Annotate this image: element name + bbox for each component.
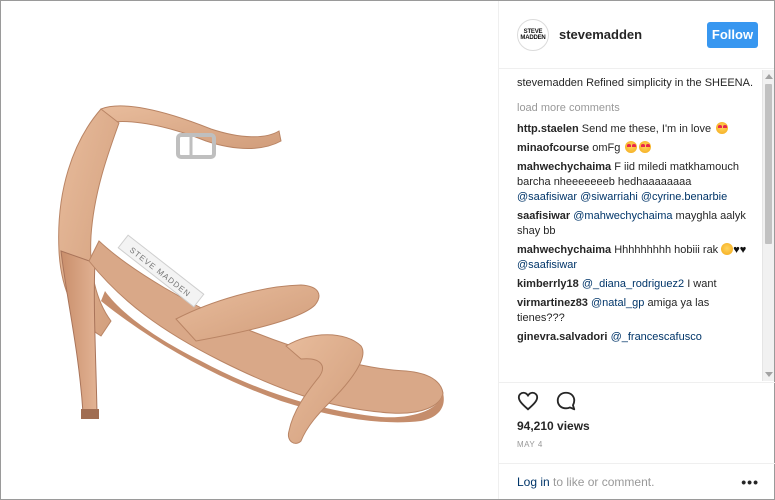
heart-eyes-emoji-icon [639, 141, 652, 153]
heart-eyes-emoji-icon [625, 141, 638, 153]
comment-text: Hhhhhhhhh hobiii rak [614, 244, 719, 256]
load-more-comments-link[interactable]: load more comments [517, 101, 753, 116]
heart-icon[interactable] [517, 390, 539, 412]
comment-username[interactable]: mahwechychaima [517, 161, 611, 173]
comment-username[interactable]: minaofcourse [517, 142, 589, 154]
post-header: STEVE MADDEN stevemadden Follow [499, 1, 774, 69]
caption-username[interactable]: stevemadden [517, 77, 583, 89]
avatar[interactable]: STEVE MADDEN [517, 18, 549, 51]
avatar-logo: STEVE MADDEN [520, 21, 546, 48]
heart-eyes-emoji-icon [716, 122, 729, 134]
caption-text: Refined simplicity in the SHEENA. [586, 77, 754, 89]
post-caption: stevemadden Refined simplicity in the SH… [517, 76, 753, 91]
comment-mention[interactable]: @_francescafusco [611, 331, 702, 343]
sandal-image: STEVE MADDEN [58, 105, 444, 444]
comment-mention[interactable]: @_diana_rodriguez2 [582, 278, 684, 290]
scroll-thumb[interactable] [765, 84, 772, 244]
comment-username[interactable]: http.staelen [517, 123, 579, 135]
comment-username[interactable]: ginevra.salvadori [517, 331, 608, 343]
comment-mention[interactable]: @natal_gp [591, 297, 644, 309]
login-link[interactable]: Log in [517, 475, 550, 489]
black-heart-icon: ♥♥ [733, 244, 747, 256]
comment-item: mahwechychaima F iid miledi matkhamouch … [517, 160, 753, 205]
comment-item: minaofcourse omFg [517, 141, 753, 156]
comment-username[interactable]: virmartinez83 [517, 297, 588, 309]
comment-item: virmartinez83 @natal_gp amiga ya las tie… [517, 296, 753, 326]
comment-username[interactable]: mahwechychaima [517, 244, 611, 256]
follow-button[interactable]: Follow [707, 21, 758, 48]
comment-username[interactable]: kimberrly18 [517, 278, 579, 290]
instagram-post-window: STEVE MADDEN STEVE MADDEN stevemadden Fo… [0, 0, 775, 500]
scroll-down-arrow-icon[interactable] [765, 372, 773, 377]
kiss-emoji-icon [721, 243, 734, 255]
comment-mention[interactable]: @saafisiwar [517, 191, 577, 203]
comment-text: omFg [592, 142, 621, 154]
comment-text: Send me these, I'm in love [581, 123, 712, 135]
post-side-panel: STEVE MADDEN stevemadden Follow stevemad… [498, 1, 775, 499]
comment-icon[interactable] [555, 390, 577, 412]
post-date: MAY 4 [517, 440, 543, 449]
comment-item: mahwechychaima Hhhhhhhhh hobiii rak ♥♥ @… [517, 243, 753, 273]
comment-mention[interactable]: @saafisiwar [517, 259, 577, 271]
post-photo[interactable]: STEVE MADDEN [1, 1, 498, 499]
comments-scrollbar[interactable] [762, 70, 774, 381]
post-actions: 94,210 views MAY 4 Log in to like or com… [499, 382, 775, 499]
comment-item: kimberrly18 @_diana_rodriguez2 I want [517, 277, 753, 292]
comments-list[interactable]: stevemadden Refined simplicity in the SH… [499, 70, 775, 381]
comment-mention[interactable]: @mahwechychaima [573, 210, 672, 222]
scroll-up-arrow-icon[interactable] [765, 74, 773, 79]
view-count: 94,210 views [517, 419, 590, 433]
comment-item: http.staelen Send me these, I'm in love [517, 122, 753, 137]
comment-item: ginevra.salvadori @_francescafusco [517, 330, 753, 345]
login-prompt: Log in to like or comment. ••• [499, 463, 775, 500]
comment-username[interactable]: saafisiwar [517, 210, 570, 222]
comment-item: saafisiwar @mahwechychaima mayghla aalyk… [517, 209, 753, 239]
more-options-icon[interactable]: ••• [741, 474, 759, 490]
comment-text: I want [687, 278, 717, 290]
comment-mention[interactable]: @siwarriahi [580, 191, 638, 203]
comment-mention[interactable]: @cyrine.benarbie [641, 191, 727, 203]
avatar-text-2: MADDEN [520, 34, 546, 41]
account-username[interactable]: stevemadden [559, 27, 707, 42]
login-prompt-text: to like or comment. [553, 475, 655, 489]
